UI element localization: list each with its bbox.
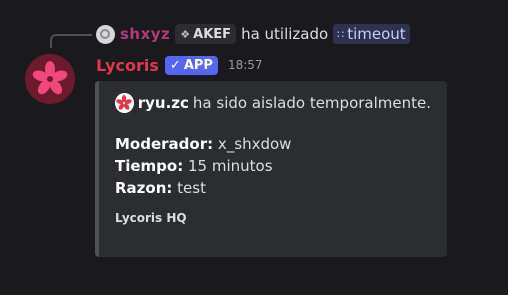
embed-fields: Moderador: x_shxdow Tiempo: 15 minutos R…	[115, 133, 431, 199]
clan-tag-badge[interactable]: ❖ AKEF	[175, 24, 237, 44]
app-badge: ✓ APP	[164, 55, 218, 75]
field-value: test	[177, 179, 206, 197]
field-key: Moderador:	[115, 135, 214, 153]
clan-tag-label: AKEF	[193, 26, 232, 42]
message-header: Lycoris ✓ APP 18:57	[96, 53, 263, 77]
embed-field-time: Tiempo: 15 minutos	[115, 155, 431, 177]
verified-check-icon: ✓	[169, 57, 181, 73]
command-mention[interactable]: ∷ timeout	[333, 24, 410, 44]
embed-title-user: ryu.zc	[137, 94, 189, 112]
embed-field-moderator: Moderador: x_shxdow	[115, 133, 431, 155]
command-label: timeout	[347, 25, 406, 43]
embed-footer: Lycoris HQ	[115, 211, 187, 225]
field-value: 15 minutos	[188, 157, 273, 175]
reply-user-avatar[interactable]	[96, 24, 115, 44]
bot-username[interactable]: Lycoris	[96, 56, 159, 75]
field-value: x_shxdow	[217, 135, 292, 153]
clan-tag-icon: ❖	[180, 27, 191, 41]
field-key: Razon:	[115, 179, 173, 197]
sakura-flower-icon	[32, 61, 68, 95]
embed-title-icon	[115, 93, 134, 113]
embed-title-text: ha sido aislado temporalmente.	[192, 94, 431, 112]
field-key: Tiempo:	[115, 157, 184, 175]
message-timestamp[interactable]: 18:57	[228, 58, 263, 72]
app-badge-label: APP	[183, 57, 213, 73]
message-embed: ryu.zc ha sido aislado temporalmente. Mo…	[95, 81, 447, 257]
sakura-flower-icon	[116, 95, 133, 110]
reply-connector	[50, 34, 92, 48]
embed-title: ryu.zc ha sido aislado temporalmente.	[115, 93, 431, 113]
reply-action-text: ha utilizado	[241, 25, 329, 43]
embed-field-reason: Razon: test	[115, 177, 431, 199]
slash-command-icon: ∷	[337, 27, 345, 41]
reply-context[interactable]: shxyz ❖ AKEF ha utilizado ∷ timeout	[96, 23, 410, 45]
bot-avatar[interactable]	[25, 54, 75, 104]
reply-username[interactable]: shxyz	[120, 25, 170, 43]
